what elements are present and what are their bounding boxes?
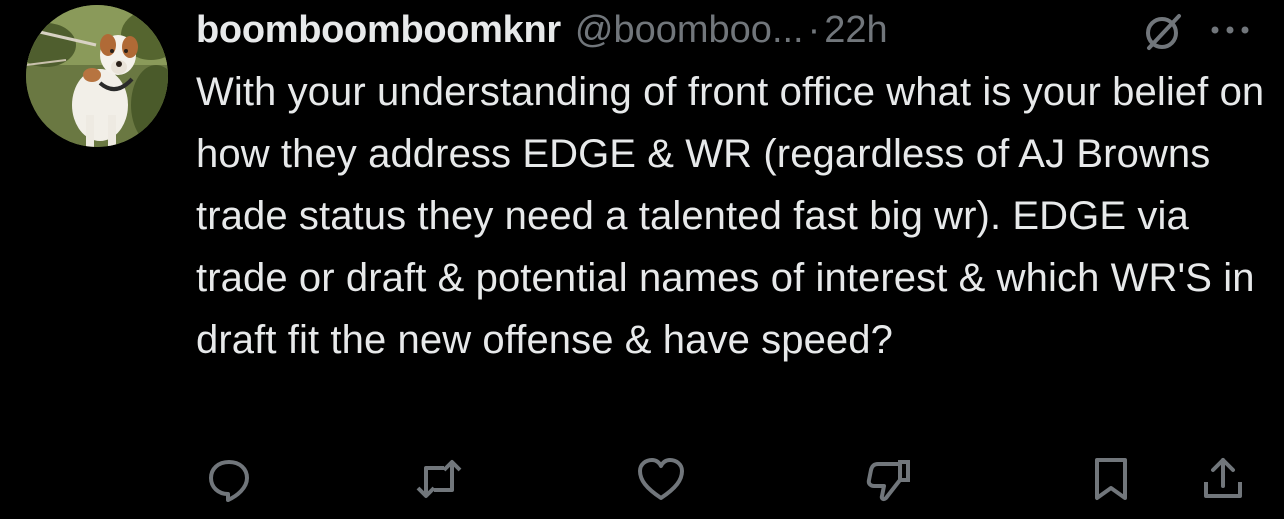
repost-icon — [414, 456, 464, 502]
tweet: boomboomboomknr @boomboo... · 22h With y… — [0, 0, 1284, 519]
action-bar — [0, 452, 1284, 508]
tweet-text: With your understanding of front office … — [196, 70, 1265, 362]
like-button[interactable] — [634, 452, 688, 506]
grok-icon[interactable] — [1141, 8, 1187, 54]
reply-button[interactable] — [202, 452, 256, 506]
share-button[interactable] — [1196, 452, 1250, 506]
repost-button[interactable] — [412, 452, 466, 506]
dislike-button[interactable] — [862, 452, 916, 506]
separator-dot: · — [807, 8, 821, 51]
reply-icon — [206, 456, 252, 502]
more-icon[interactable] — [1207, 22, 1253, 38]
display-name[interactable]: boomboomboomknr — [196, 9, 561, 52]
dog-avatar-image — [26, 5, 168, 147]
like-icon — [636, 456, 686, 502]
dislike-icon — [864, 456, 914, 502]
tweet-header: boomboomboomknr @boomboo... · 22h — [196, 4, 888, 56]
timestamp[interactable]: 22h — [824, 9, 887, 52]
bookmark-button[interactable] — [1084, 452, 1138, 506]
avatar[interactable] — [26, 5, 168, 147]
share-icon — [1200, 456, 1246, 502]
bookmark-icon — [1088, 456, 1134, 502]
user-handle[interactable]: @boomboo... — [575, 9, 804, 52]
